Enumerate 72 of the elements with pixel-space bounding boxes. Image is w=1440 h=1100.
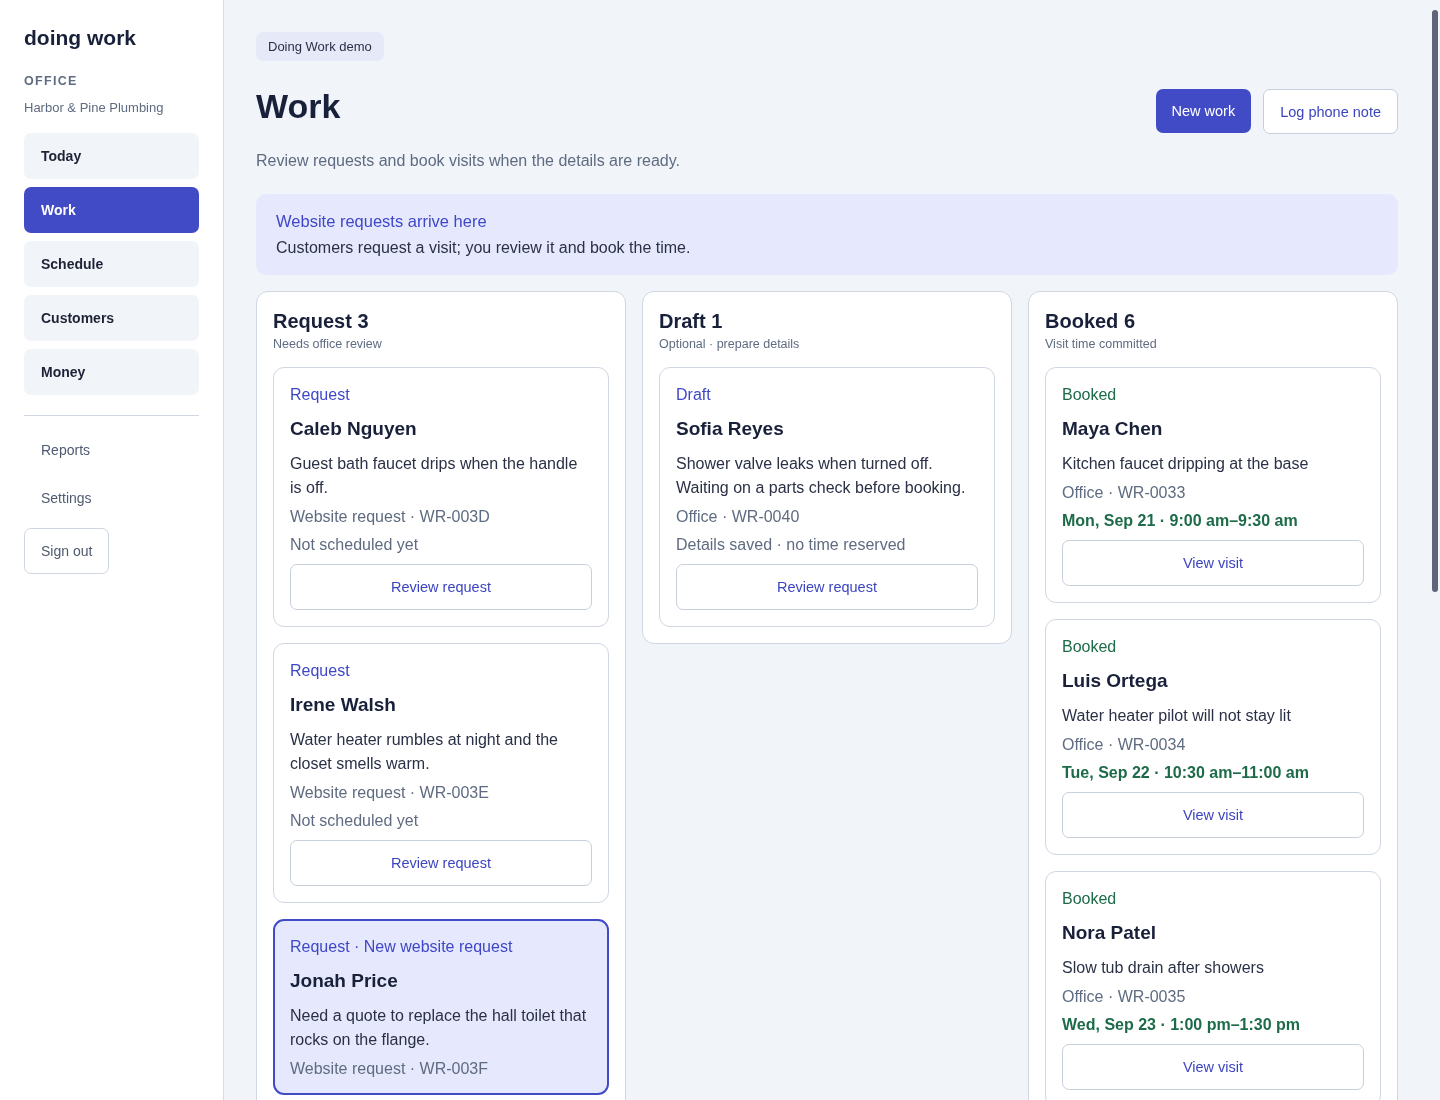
sign-out-button[interactable]: Sign out [24, 528, 110, 574]
page-subtitle: Review requests and book visits when the details are ready. [256, 152, 681, 170]
schedule-text: Details saved · no time reserved [676, 536, 907, 554]
scrollbar-thumb[interactable] [1432, 10, 1438, 592]
work-card[interactable]: Booked Nora Patel Slow tub drain after showers Office · WR-0035 Wed, Sep 23 · 1:00 pm–1:30 pm View visit [1045, 871, 1381, 1100]
job-reference: Website request · WR-003D [290, 508, 491, 526]
customer-name: Nora Patel [1062, 922, 1157, 944]
customer-name: Caleb Nguyen [290, 418, 418, 440]
work-card[interactable]: Request Caleb Nguyen Guest bath faucet drips when the handle is off. Website request · WR-003D Not scheduled yet Review request [273, 367, 609, 627]
status-label: Booked [1062, 386, 1118, 404]
job-description: Slow tub drain after showers [1062, 958, 1265, 978]
work-card[interactable]: Request · New website request Jonah Price Need a quote to replace the hall toilet that rocks on the flange. Website request · WR-003F [273, 919, 609, 1095]
column-subtitle: Optional · prepare details [659, 337, 801, 351]
card-action-button[interactable]: View visit [1062, 792, 1364, 838]
nav-item[interactable]: Schedule [24, 241, 199, 287]
job-reference: Website request · WR-003E [290, 784, 490, 802]
work-card[interactable]: Booked Maya Chen Kitchen faucet dripping at the base Office · WR-0033 Mon, Sep 21 · 9:00 am–9:30 am View visit [1045, 367, 1381, 603]
schedule-text: Tue, Sep 22 · 10:30 am–11:00 am [1062, 764, 1310, 782]
page-title: Work [256, 87, 341, 126]
brand-name: doing work [24, 26, 137, 50]
card-action-button[interactable]: Review request [290, 840, 592, 886]
card-action-button[interactable]: View visit [1062, 1044, 1364, 1090]
schedule-text: Not scheduled yet [290, 812, 420, 830]
demo-badge: Doing Work demo [256, 32, 384, 61]
column-subtitle: Visit time committed [1045, 337, 1158, 351]
section-label: OFFICE [24, 74, 79, 88]
notice-text: Customers request a visit; you review it and book the time. [276, 239, 692, 257]
job-description: Water heater rumbles at night and the closet smells warm. [290, 730, 559, 774]
nav-item[interactable]: Work [24, 187, 199, 233]
job-description: Need a quote to replace the hall toilet that rocks on the flange. [290, 1006, 588, 1050]
job-description: Shower valve leaks when turned off. Waiting on a parts check before booking. [676, 454, 967, 498]
status-label: Draft [676, 386, 712, 404]
nav-item[interactable]: Today [24, 133, 199, 179]
card-action-button[interactable]: View visit [1062, 540, 1364, 586]
column-title: Request 3 [273, 310, 370, 333]
job-reference: Office · WR-0040 [676, 508, 801, 526]
job-reference: Office · WR-0033 [1062, 484, 1187, 502]
customer-name: Sofia Reyes [676, 418, 785, 440]
customer-name: Jonah Price [290, 970, 399, 992]
job-reference: Office · WR-0034 [1062, 736, 1187, 754]
job-reference: Website request · WR-003F [290, 1060, 489, 1078]
status-label: Request [290, 386, 351, 404]
job-description: Water heater pilot will not stay lit [1062, 706, 1292, 726]
customer-name: Maya Chen [1062, 418, 1164, 440]
schedule-text: Wed, Sep 23 · 1:00 pm–1:30 pm [1062, 1016, 1301, 1034]
work-card[interactable]: Draft Sofia Reyes Shower valve leaks when turned off. Waiting on a parts check before booking. Office · WR-0040 Details saved · no time reserved Review request [659, 367, 995, 627]
job-reference: Office · WR-0035 [1062, 988, 1187, 1006]
status-label: Booked [1062, 890, 1118, 908]
schedule-text: Mon, Sep 21 · 9:00 am–9:30 am [1062, 512, 1299, 530]
schedule-text: Not scheduled yet [290, 536, 420, 554]
company-name: Harbor & Pine Plumbing [24, 100, 165, 115]
card-action-button[interactable]: Review request [290, 564, 592, 610]
notice-title: Website requests arrive here [276, 212, 488, 231]
status-label: Request · New website request [290, 938, 514, 956]
work-card[interactable]: Booked Luis Ortega Water heater pilot will not stay lit Office · WR-0034 Tue, Sep 22 · 10:30 am–11:00 am View visit [1045, 619, 1381, 855]
status-label: Request [290, 662, 351, 680]
header-button[interactable]: Log phone note [1263, 89, 1398, 134]
sidebar-link[interactable]: Settings [24, 482, 109, 514]
nav-item[interactable]: Money [24, 349, 199, 395]
job-description: Guest bath faucet drips when the handle is off. [290, 454, 579, 498]
customer-name: Irene Walsh [290, 694, 397, 716]
column-title: Booked 6 [1045, 310, 1137, 333]
customer-name: Luis Ortega [1062, 670, 1169, 692]
nav-item[interactable]: Customers [24, 295, 199, 341]
column-subtitle: Needs office review [273, 337, 383, 351]
job-description: Kitchen faucet dripping at the base [1062, 454, 1310, 474]
column-title: Draft 1 [659, 310, 724, 333]
card-action-button[interactable]: Review request [676, 564, 978, 610]
status-label: Booked [1062, 638, 1118, 656]
sidebar-link[interactable]: Reports [24, 434, 108, 466]
header-button[interactable]: New work [1155, 89, 1252, 133]
work-card[interactable]: Request Irene Walsh Water heater rumbles at night and the closet smells warm. Website request · WR-003E Not scheduled yet Review request [273, 643, 609, 903]
